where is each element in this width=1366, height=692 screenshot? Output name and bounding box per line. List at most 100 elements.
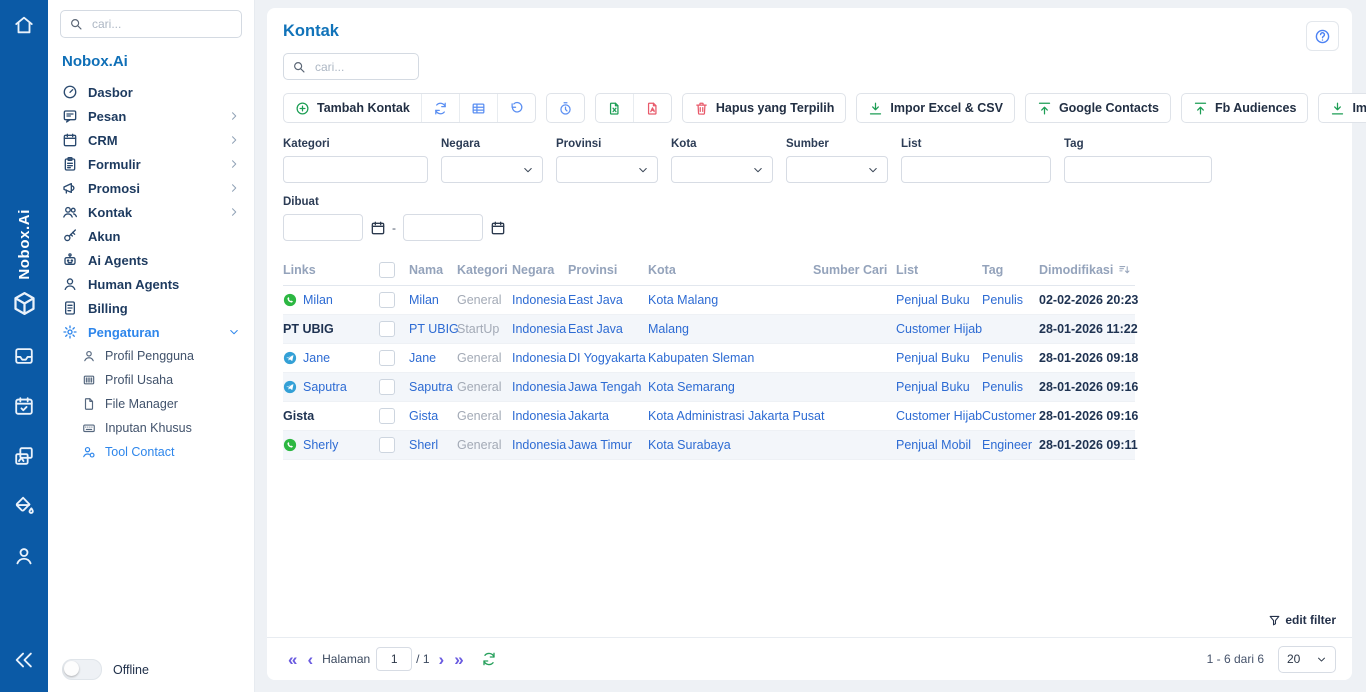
table-row: JaneJaneGeneralIndonesiaDI YogyakartaKab… — [283, 344, 1135, 373]
toolbar-refresh-button[interactable] — [421, 94, 459, 122]
dibuat-from-input[interactable] — [283, 214, 363, 241]
toolbar-undo-button[interactable] — [497, 94, 535, 122]
toolbar-impor-excel-csv-button[interactable]: Impor Excel & CSV — [857, 94, 1014, 122]
sidebar-item-billing[interactable]: Billing — [60, 296, 242, 320]
edit-filter-button[interactable]: edit filter — [1268, 613, 1336, 627]
kontak-search-input[interactable] — [313, 59, 410, 75]
dibuat-to-input[interactable] — [403, 214, 483, 241]
toolbar-table-view-button[interactable] — [459, 94, 497, 122]
filter-label-kota: Kota — [671, 138, 773, 150]
toolbar-import-wa-button[interactable]: Import WA — [1319, 94, 1366, 122]
sidebar-item-inputan-khusus[interactable]: Inputan Khusus — [82, 416, 242, 440]
sidebar-item-pesan[interactable]: Pesan — [60, 104, 242, 128]
next-page-button[interactable]: › — [434, 651, 450, 668]
page-number-input[interactable] — [376, 647, 412, 671]
kontak-panel: Kontak Tambah KontakHapus yang TerpilihI… — [267, 8, 1352, 680]
contact-link[interactable]: Jane — [283, 351, 371, 365]
offline-row: Offline — [62, 659, 149, 680]
row-checkbox[interactable] — [379, 408, 395, 424]
contact-link[interactable]: Gista — [283, 409, 371, 423]
refresh-icon[interactable] — [481, 651, 497, 667]
sidebar-item-profil-pengguna[interactable]: Profil Pengguna — [82, 344, 242, 368]
rail-paint-bucket-button[interactable] — [13, 495, 35, 522]
cell-tag-value: Penulis — [982, 380, 1023, 394]
help-button[interactable] — [1306, 21, 1339, 51]
filter-negara-select[interactable] — [441, 156, 543, 183]
sidebar-item-ai-agents[interactable]: Ai Agents — [60, 248, 242, 272]
row-checkbox[interactable] — [379, 379, 395, 395]
cell-sumber — [809, 315, 859, 344]
contact-link[interactable]: PT UBIG — [283, 322, 371, 336]
column-header-label: Sumber — [813, 263, 860, 277]
sidebar-item-kontak[interactable]: Kontak — [60, 200, 242, 224]
cell-list: Customer Hijab — [892, 402, 978, 431]
cell-nama-value[interactable]: Saputra — [409, 380, 453, 394]
filter-sumber-select[interactable] — [786, 156, 888, 183]
sidebar-item-dasbor[interactable]: Dasbor — [60, 80, 242, 104]
cell-kota: Kota Administrasi Jakarta Pusat — [644, 402, 809, 431]
row-checkbox[interactable] — [379, 437, 395, 453]
sidebar-item-promosi[interactable]: Promosi — [60, 176, 242, 200]
sidebar-item-tool-contact[interactable]: Tool Contact — [82, 440, 242, 464]
page-size-select[interactable]: 20 — [1278, 646, 1336, 673]
rail-home-button[interactable] — [13, 14, 35, 41]
sidebar-item-file-manager[interactable]: File Manager — [82, 392, 242, 416]
sidebar-item-human-agents[interactable]: Human Agents — [60, 272, 242, 296]
chevron-right-icon — [228, 134, 240, 146]
cell-list: Penjual Mobil — [892, 431, 978, 460]
select-all-checkbox[interactable] — [379, 262, 395, 278]
calendar-icon[interactable] — [490, 220, 505, 235]
filter-kategori-input[interactable] — [283, 156, 428, 183]
sidebar-item-formulir[interactable]: Formulir — [60, 152, 242, 176]
filter-label-list: List — [901, 138, 1051, 150]
contact-link[interactable]: Saputra — [283, 380, 371, 394]
cell-links: Milan — [283, 286, 375, 315]
filter-list-input[interactable] — [901, 156, 1051, 183]
toolbar-export-excel-button[interactable] — [596, 94, 633, 122]
contact-link[interactable]: Sherly — [283, 438, 371, 452]
row-checkbox[interactable] — [379, 292, 395, 308]
toolbar-fb-audiences-button[interactable]: Fb Audiences — [1182, 94, 1308, 122]
rail-inbox-tray-button[interactable] — [13, 345, 35, 372]
result-range: 1 - 6 dari 6 — [1207, 652, 1264, 666]
rail-image-translate-button[interactable] — [13, 445, 35, 472]
cell-nama-value[interactable]: Gista — [409, 409, 438, 423]
toolbar-history-button[interactable] — [547, 94, 584, 122]
prev-page-button[interactable]: ‹ — [302, 651, 318, 668]
offline-toggle[interactable] — [62, 659, 102, 680]
filter-provinsi-select[interactable] — [556, 156, 658, 183]
cell-nama-value[interactable]: Jane — [409, 351, 436, 365]
sidebar-item-akun[interactable]: Akun — [60, 224, 242, 248]
column-header-links: Links — [283, 257, 375, 286]
sidebar-item-pengaturan[interactable]: Pengaturan — [60, 320, 242, 344]
search-icon — [292, 60, 306, 74]
rail-collapse-button[interactable] — [13, 649, 35, 676]
filter-kota-select[interactable] — [671, 156, 773, 183]
rail-calendar-check-button[interactable] — [13, 395, 35, 422]
sidebar-item-label: Profil Pengguna — [105, 349, 194, 363]
cell-nama-value[interactable]: Milan — [409, 293, 439, 307]
toolbar-google-contacts-button[interactable]: Google Contacts — [1026, 94, 1170, 122]
people-icon — [62, 204, 78, 220]
contact-link[interactable]: Milan — [283, 293, 371, 307]
last-page-button[interactable]: » — [449, 651, 468, 668]
toolbar-tambah-kontak-button[interactable]: Tambah Kontak — [284, 94, 421, 122]
row-checkbox[interactable] — [379, 350, 395, 366]
cell-links: Gista — [283, 402, 375, 431]
cell-nama-value[interactable]: Sherl — [409, 438, 438, 452]
toolbar-hapus-terpilih-button[interactable]: Hapus yang Terpilih — [683, 94, 846, 122]
first-page-button[interactable]: « — [283, 651, 302, 668]
sidebar-item-crm[interactable]: CRM — [60, 128, 242, 152]
cell-tag-value: Penulis — [982, 293, 1023, 307]
row-checkbox[interactable] — [379, 321, 395, 337]
rail-user-button[interactable] — [13, 545, 35, 572]
sort-icon[interactable] — [1118, 263, 1131, 276]
sidebar-item-profil-usaha[interactable]: Profil Usaha — [82, 368, 242, 392]
sidebar-search-input[interactable] — [90, 16, 233, 32]
filter-tag-input[interactable] — [1064, 156, 1212, 183]
cell-kota-value: Kota Administrasi Jakarta Pusat — [648, 409, 824, 423]
toolbar-export-pdf-button[interactable] — [633, 94, 671, 122]
filter-label-negara: Negara — [441, 138, 543, 150]
cell-nama-value[interactable]: PT UBIG — [409, 322, 459, 336]
calendar-icon[interactable] — [370, 220, 385, 235]
